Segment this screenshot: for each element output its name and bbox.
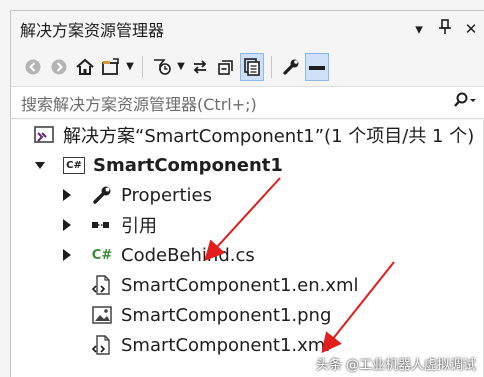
item-label: SmartComponent1.en.xml bbox=[121, 274, 359, 296]
expanded-arrow-icon[interactable] bbox=[35, 162, 45, 169]
image-file-icon bbox=[89, 305, 115, 325]
sync-with-active-document-button[interactable] bbox=[188, 53, 212, 81]
references-icon bbox=[89, 218, 115, 232]
csharp-project-icon: C# bbox=[61, 156, 87, 174]
solution-tree: 解决方案“SmartComponent1”(1 个项目/共 1 个) C# Sm… bbox=[11, 120, 484, 377]
back-button[interactable] bbox=[21, 53, 45, 81]
xml-file-icon bbox=[89, 274, 115, 296]
project-label: SmartComponent1 bbox=[93, 154, 283, 176]
forward-arrow-icon bbox=[51, 59, 67, 74]
properties-button[interactable] bbox=[279, 53, 303, 81]
collapse-all-button[interactable] bbox=[214, 53, 238, 81]
close-icon[interactable]: ✕ bbox=[458, 20, 484, 38]
back-arrow-icon bbox=[25, 59, 41, 74]
wrench-icon bbox=[89, 185, 115, 205]
switch-views-icon bbox=[102, 57, 119, 75]
tree-item-solution[interactable]: 解决方案“SmartComponent1”(1 个项目/共 1 个) bbox=[11, 120, 484, 150]
tree-item-en-xml[interactable]: SmartComponent1.en.xml bbox=[11, 270, 484, 300]
clock-filter-icon bbox=[154, 58, 171, 75]
solution-icon bbox=[31, 125, 57, 145]
collapsed-arrow-icon[interactable] bbox=[63, 219, 71, 231]
item-label: Properties bbox=[121, 184, 212, 206]
window-position-dropdown-icon[interactable]: ▾ bbox=[406, 20, 432, 38]
home-icon bbox=[76, 58, 94, 75]
switch-views-dropdown-icon[interactable]: ▼ bbox=[125, 53, 135, 81]
search-placeholder[interactable]: 搜索解决方案资源管理器(Ctrl+;) bbox=[21, 91, 444, 115]
wrench-icon bbox=[283, 59, 299, 75]
explorer-toolbar: ▼ ▼ bbox=[11, 47, 484, 87]
solution-label: 解决方案“SmartComponent1”(1 个项目/共 1 个) bbox=[63, 126, 475, 147]
item-label: 引用 bbox=[121, 216, 157, 237]
xml-file-icon bbox=[89, 334, 115, 356]
collapsed-arrow-icon[interactable] bbox=[63, 249, 71, 261]
panel-title: 解决方案资源管理器 bbox=[20, 21, 165, 40]
solution-explorer-panel: 解决方案资源管理器 ▾ ✕ ▼ ▼ 搜索解决方案资源管理器(Ctrl+;) 解决… bbox=[10, 10, 484, 377]
preview-selected-items-button[interactable] bbox=[305, 52, 329, 81]
pin-icon[interactable] bbox=[432, 19, 458, 39]
item-label: CodeBehind.cs bbox=[121, 244, 255, 266]
pending-changes-filter-button[interactable] bbox=[150, 53, 174, 81]
show-all-files-button[interactable] bbox=[240, 52, 264, 81]
home-button[interactable] bbox=[73, 53, 97, 81]
toolbar-separator bbox=[271, 55, 272, 78]
tree-item-project[interactable]: C# SmartComponent1 bbox=[11, 150, 484, 180]
collapsed-arrow-icon[interactable] bbox=[63, 189, 71, 201]
item-label: SmartComponent1.xml bbox=[121, 334, 331, 356]
watermark: 头条 @工业机器人虚拟调试 bbox=[315, 358, 476, 373]
tree-item-references[interactable]: 引用 bbox=[11, 210, 484, 240]
forward-button[interactable] bbox=[47, 53, 71, 81]
tree-item-png[interactable]: SmartComponent1.png bbox=[11, 300, 484, 330]
panel-titlebar: 解决方案资源管理器 ▾ ✕ bbox=[11, 11, 484, 47]
switch-views-button[interactable] bbox=[99, 53, 123, 81]
csharp-file-icon: C# bbox=[91, 247, 113, 263]
sync-arrows-icon bbox=[193, 59, 207, 74]
toolbar-separator bbox=[142, 55, 143, 78]
preview-icon bbox=[309, 65, 325, 70]
search-box[interactable]: 搜索解决方案资源管理器(Ctrl+;) bbox=[11, 87, 484, 119]
filter-dropdown-icon[interactable]: ▼ bbox=[176, 53, 186, 81]
tree-item-codebehind[interactable]: C# CodeBehind.cs bbox=[11, 240, 484, 270]
item-label: SmartComponent1.png bbox=[121, 304, 332, 326]
show-all-files-icon bbox=[244, 57, 260, 76]
search-icon[interactable] bbox=[444, 92, 484, 113]
collapse-all-icon bbox=[218, 59, 233, 75]
tree-item-properties[interactable]: Properties bbox=[11, 180, 484, 210]
